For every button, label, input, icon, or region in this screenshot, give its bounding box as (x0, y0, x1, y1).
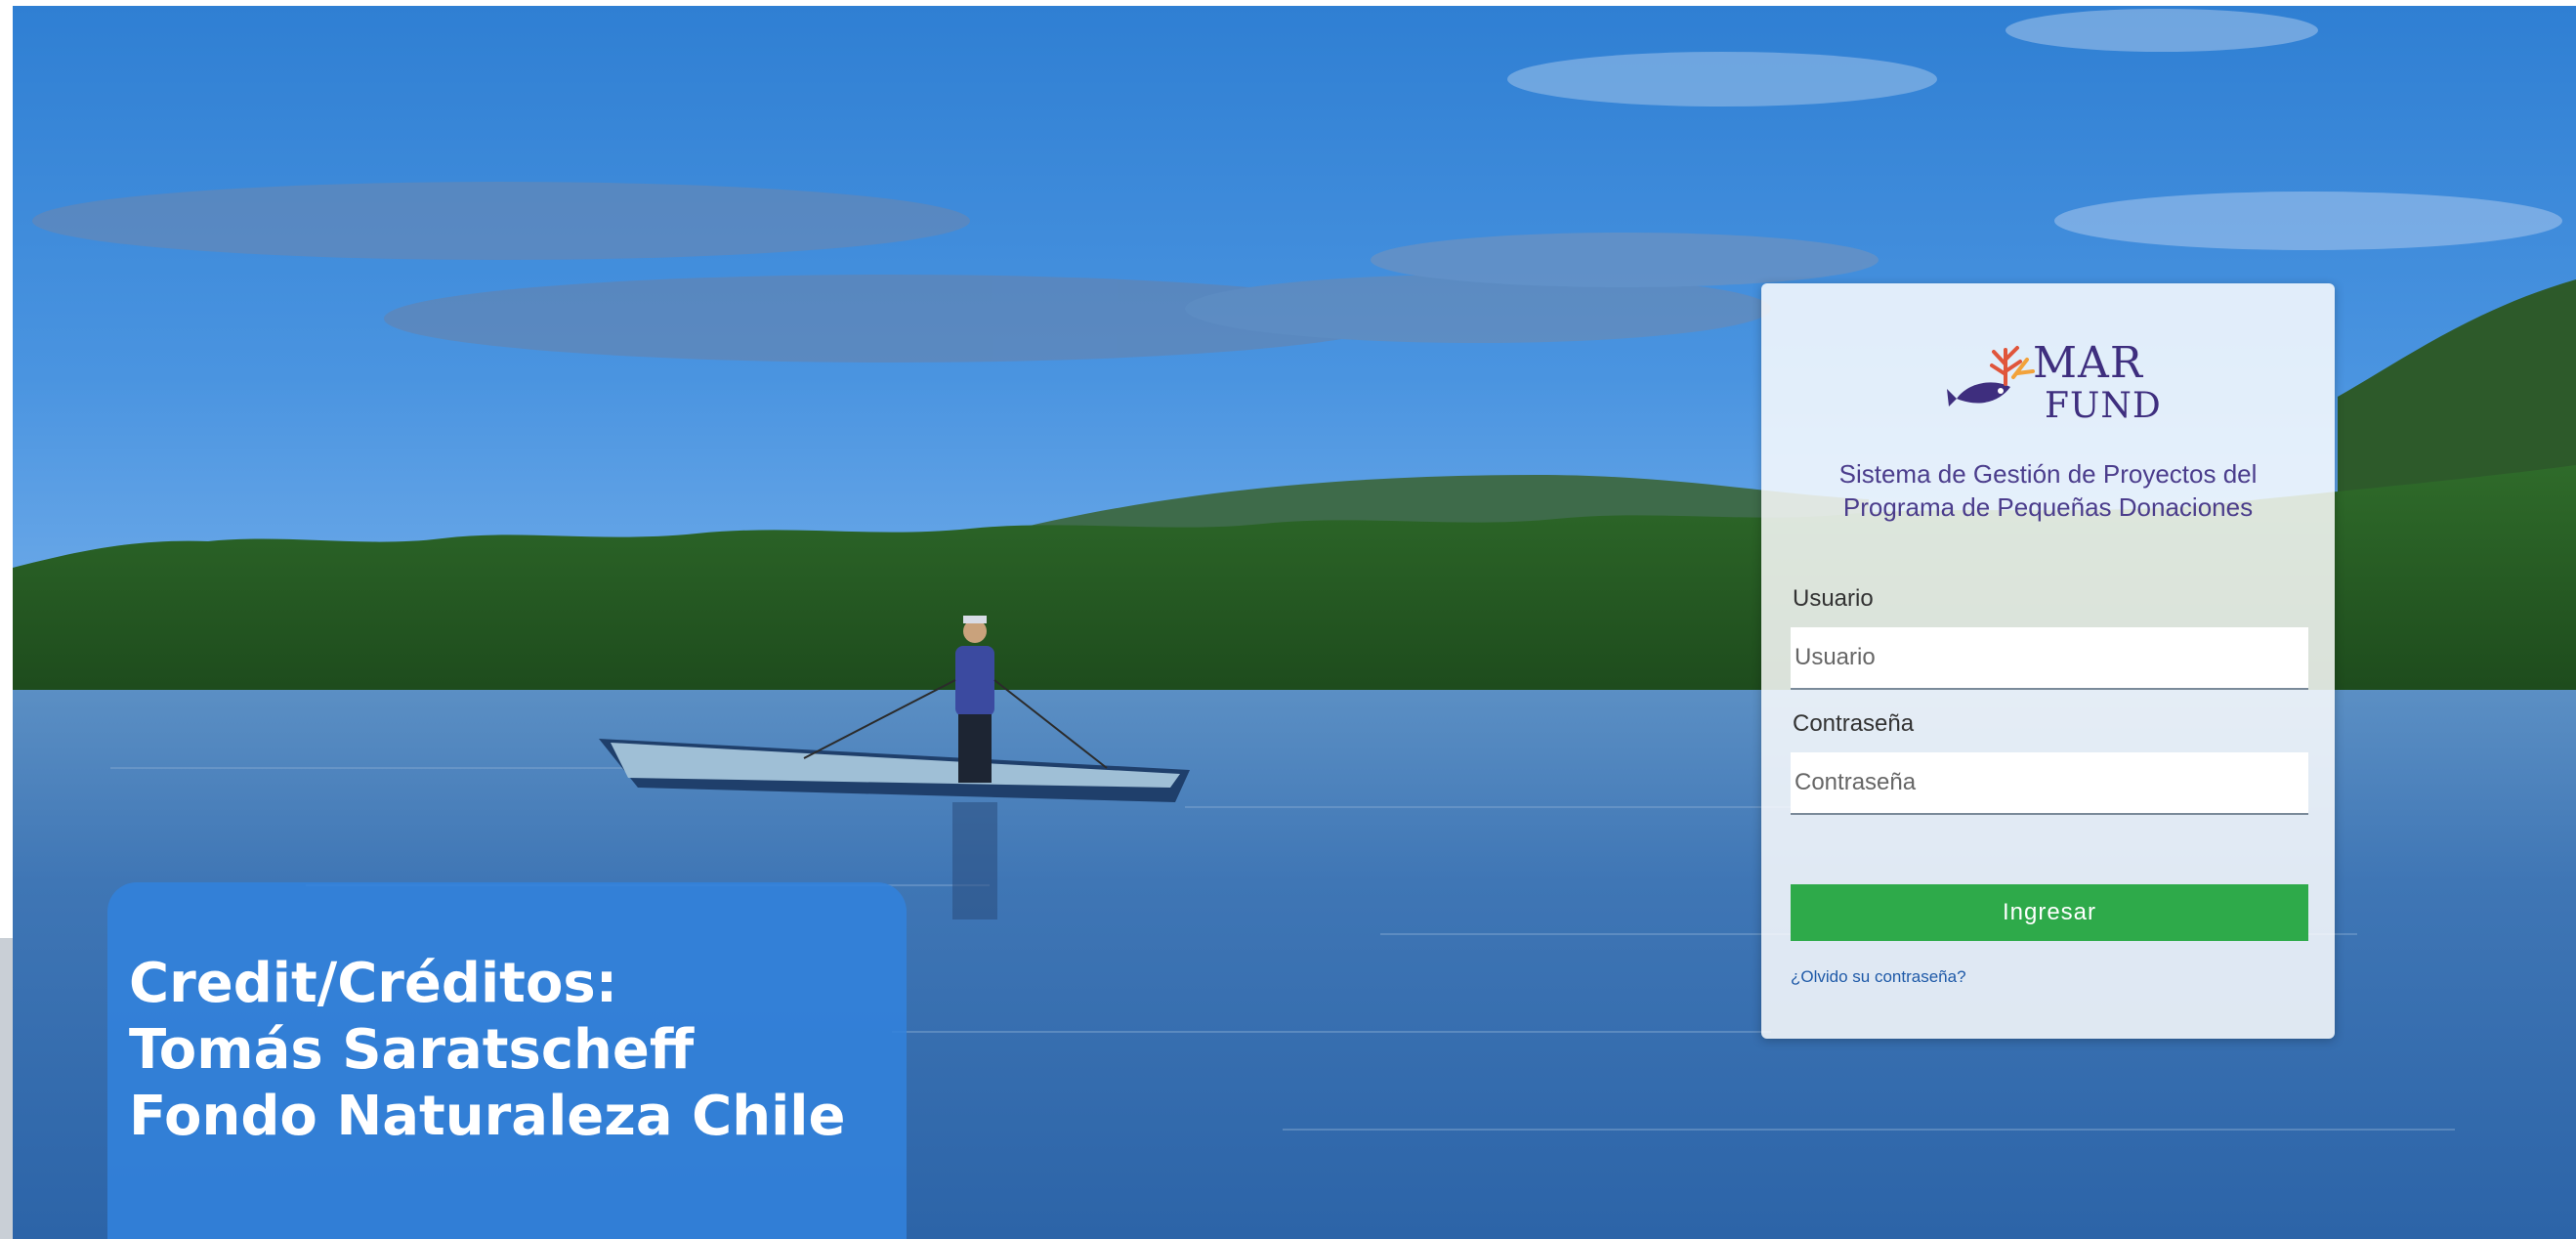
username-input[interactable] (1791, 627, 2308, 690)
photo-credit: Credit/Créditos: Tomás Saratscheff Fondo… (107, 882, 907, 1239)
credit-title: Credit/Créditos: (129, 952, 618, 1015)
subtitle-line-2: Programa de Pequeñas Donaciones (1842, 492, 2254, 522)
credit-organization: Fondo Naturaleza Chile (129, 1085, 846, 1148)
logo-text-mar: MAR (2033, 338, 2143, 388)
logo-text-fund: FUND (2045, 386, 2162, 426)
marfund-logo: MAR FUND (1947, 330, 2162, 438)
login-card: MAR FUND Sistema de Gestión de Proyectos… (1761, 283, 2335, 1039)
credit-photographer: Tomás Saratscheff (129, 1018, 695, 1082)
left-gutter (0, 938, 13, 1239)
login-button[interactable]: Ingresar (1791, 884, 2308, 941)
system-subtitle: Sistema de Gestión de Proyectos del Prog… (1761, 457, 2335, 524)
password-input[interactable] (1791, 752, 2308, 815)
login-page: Credit/Créditos: Tomás Saratscheff Fondo… (0, 0, 2576, 1239)
forgot-password-link[interactable]: ¿Olvido su contraseña? (1791, 967, 1966, 987)
subtitle-line-1: Sistema de Gestión de Proyectos del (1838, 459, 2258, 489)
username-label: Usuario (1793, 585, 1874, 612)
password-label: Contraseña (1793, 710, 1915, 737)
